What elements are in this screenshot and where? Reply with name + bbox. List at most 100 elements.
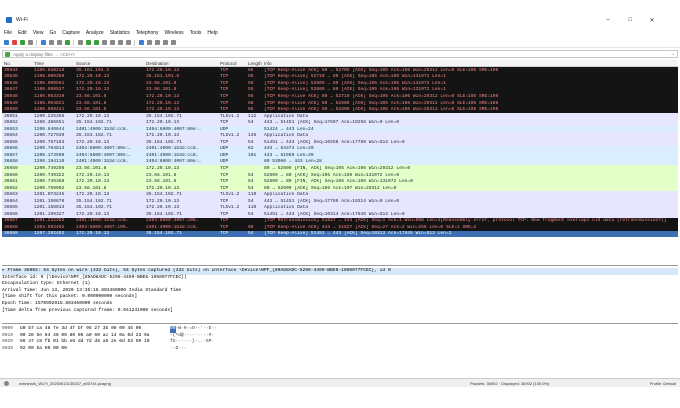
packet-row[interactable]: 36657 1200.173508 2404:6800:4007:80e:… 2401… <box>2 152 678 159</box>
packet-row[interactable]: 36650 1196.958241 23.56.101.8 172.20.10.13 T… <box>2 106 678 113</box>
packet-row[interactable]: 36661 1200.749368 172.20.10.13 23.56.101.8 T… <box>2 178 678 185</box>
colorize-icon[interactable] <box>139 40 144 45</box>
packet-row[interactable]: 36646 1196.900561 172.20.10.13 23.56.101.8 T… <box>2 80 678 87</box>
status-profile[interactable]: Profile: Default <box>650 381 676 386</box>
packet-details[interactable]: ▸ Frame 36902: 54 bytes on wire (432 bit… <box>2 268 678 324</box>
bookmark-filter-icon[interactable] <box>5 51 10 57</box>
packet-row[interactable]: 36667 1201.232462 2401:4900:1b3d:cc8… 2404:… <box>2 217 678 225</box>
packet-cell-src: 172.20.10.13 <box>76 211 110 217</box>
menu-item-telephony[interactable]: Telephony <box>136 30 159 36</box>
menu-item-go[interactable]: Go <box>49 30 56 36</box>
packet-row[interactable]: 36666 1201.199327 172.20.10.13 35.154.102.7… <box>2 211 678 218</box>
packet-row[interactable]: 36652 1200.386651 35.154.102.71 172.20.10.1… <box>2 119 678 126</box>
packet-list[interactable]: No. Time Source Destination Protocol Len… <box>2 60 678 266</box>
menu-item-help[interactable]: Help <box>207 30 217 36</box>
packet-row[interactable]: 36664 1201.150870 35.154.102.71 172.20.10.1… <box>2 197 678 205</box>
column-header-no[interactable]: No. <box>2 61 32 66</box>
start-capture-icon[interactable] <box>4 40 9 45</box>
menu-item-analyze[interactable]: Analyze <box>86 30 104 36</box>
column-header-source[interactable]: Source <box>74 61 144 66</box>
packet-cell-info: [TCP Keep-Alive ACK] 80 → 52705 [ACK] Se… <box>264 67 499 73</box>
detail-row[interactable]: Epoch Time: 1570902915.803460000 seconds <box>2 301 678 308</box>
detail-row[interactable]: ▸ Frame 36902: 54 bytes on wire (432 bit… <box>2 268 678 275</box>
packet-row[interactable]: 36658 1200.194110 2401:4900:1b3d:cc8… 2404:… <box>2 158 678 166</box>
packet-cell-len: 54 <box>248 211 254 217</box>
apply-filter-icon[interactable]: → <box>670 51 675 57</box>
detail-row[interactable]: [Time shift for this packet: 0.000000000… <box>2 294 678 301</box>
capture-options-icon[interactable] <box>28 40 33 45</box>
minimize-button[interactable]: – <box>598 14 618 26</box>
packet-cell-time: 1196.900360 <box>34 74 65 80</box>
close-file-icon[interactable] <box>57 40 62 45</box>
menu-item-capture[interactable]: Capture <box>62 30 80 36</box>
detail-row[interactable]: Interface id: 0 (\Device\NPF_{89AD8ADC-5… <box>2 275 678 282</box>
last-packet-icon[interactable] <box>118 40 123 45</box>
packet-row[interactable]: 36649 1196.954821 23.56.101.8 172.20.10.13 T… <box>2 99 678 107</box>
menu-item-wireless[interactable]: Wireless <box>165 30 184 36</box>
packet-row[interactable]: 36647 1196.950527 172.20.10.13 23.56.101.8 T… <box>2 86 678 94</box>
packet-cell-src: 172.20.10.13 <box>76 231 110 237</box>
hex-ascii[interactable]: ·W·H·=O··'··E·· <box>176 326 276 333</box>
column-header-info[interactable]: Info <box>262 61 678 66</box>
column-header-destination[interactable]: Destination <box>144 61 218 66</box>
packet-cell-src: 172.20.10.13 <box>76 87 110 93</box>
hex-bytes[interactable]: 02 00 5a 00 00 00 <box>20 346 170 353</box>
packet-row[interactable]: 36651 1200.225365 172.20.10.13 35.154.102.7… <box>2 112 678 120</box>
packet-cell-no: 36648 <box>4 93 18 99</box>
menu-item-file[interactable]: File <box>4 30 12 36</box>
packet-row[interactable]: 36656 1200.784813 2404:6800:4007:80e:… 2401… <box>2 145 678 153</box>
zoom-in-icon[interactable] <box>147 40 152 45</box>
hex-ascii[interactable]: fG······}·..·SP· <box>170 339 270 346</box>
go-back-icon[interactable] <box>86 40 91 45</box>
hex-bytes[interactable]: 66 47 c8 fb 01 bb e6 dd 7d d8 a9 2e 0d 5… <box>20 339 170 346</box>
packet-cell-time: 1204.692492 <box>34 224 65 230</box>
packet-row[interactable]: 36645 1196.900360 172.20.10.13 35.161.101.8… <box>2 73 678 81</box>
open-file-icon[interactable] <box>41 40 46 45</box>
find-packet-icon[interactable] <box>78 40 83 45</box>
hex-ascii[interactable]: ··Z··· <box>170 346 270 353</box>
packet-row[interactable]: 36669 1207.292492 172.20.10.13 35.154.102.7… <box>2 230 678 238</box>
display-filter-input[interactable] <box>13 51 653 57</box>
packet-cell-proto: TCP <box>220 165 229 171</box>
packet-cell-proto: TLSv1.2 <box>220 192 240 198</box>
packet-row[interactable]: 36648 1196.953310 23.56.101.8 172.20.10.13 T… <box>2 93 678 100</box>
column-header-protocol[interactable]: Protocol <box>218 61 246 66</box>
detail-row[interactable]: Encapsulation type: Ethernet (1) <box>2 281 678 288</box>
packet-row[interactable]: 36665 1201.158013 35.154.102.71 172.20.10.1… <box>2 204 678 212</box>
maximize-button[interactable]: □ <box>620 14 640 26</box>
packet-cell-src: 2401:4900:1b3d:cc8… <box>76 218 129 224</box>
packet-row[interactable]: 36655 1200.767183 172.20.10.13 35.154.102.7… <box>2 139 678 146</box>
packet-row[interactable]: 36660 1200.749322 172.20.10.13 23.56.101.8 T… <box>2 171 678 179</box>
close-button[interactable]: ✕ <box>642 14 662 26</box>
zoom-out-icon[interactable] <box>155 40 160 45</box>
menu-item-edit[interactable]: Edit <box>18 30 27 36</box>
capture-status-icon[interactable] <box>4 380 9 386</box>
packet-row[interactable]: 36663 1201.073245 172.20.10.13 35.154.102.7… <box>2 191 678 198</box>
packet-bytes[interactable]: 0000 b0 57 ca 48 fe 3d 4f bf 95 27 3b 08 … <box>2 326 678 376</box>
reload-icon[interactable] <box>65 40 70 45</box>
restart-capture-icon[interactable] <box>20 40 25 45</box>
resize-columns-icon[interactable] <box>171 40 176 45</box>
go-forward-icon[interactable] <box>94 40 99 45</box>
packet-row[interactable]: 36659 1200.749208 23.56.101.8 172.20.10.13 T… <box>2 165 678 172</box>
autoscroll-icon[interactable] <box>126 40 131 45</box>
detail-row[interactable]: [Time delta from previous captured frame… <box>2 308 678 315</box>
stop-capture-icon[interactable] <box>12 40 17 45</box>
menu-item-statistics[interactable]: Statistics <box>110 30 130 36</box>
normal-size-icon[interactable] <box>163 40 168 45</box>
go-to-packet-icon[interactable] <box>102 40 107 45</box>
first-packet-icon[interactable] <box>110 40 115 45</box>
hex-bytes[interactable]: b0 57 ca 48 fe 3d 4f bf 95 27 3b 08 00 4… <box>20 326 170 333</box>
packet-row[interactable]: 36668 1204.692492 2404:6800:4007:c05… 2401:… <box>2 224 678 231</box>
menu-item-view[interactable]: View <box>33 30 44 36</box>
column-header-time[interactable]: Time <box>32 61 74 66</box>
save-file-icon[interactable] <box>49 40 54 45</box>
packet-cell-no: 36647 <box>4 87 18 93</box>
packet-row[interactable]: 36654 1200.727939 35.154.102.71 172.20.10.1… <box>2 132 678 140</box>
packet-row[interactable]: 36653 1200.640644 2401:4900:1b3d:cc8… 2404:… <box>2 125 678 133</box>
menu-item-tools[interactable]: Tools <box>190 30 202 36</box>
packet-row[interactable]: 36644 1196.838218 35.161.101.2 172.20.10.13… <box>2 67 678 74</box>
column-header-length[interactable]: Length <box>246 61 262 66</box>
packet-row[interactable]: 36662 1200.769002 23.56.101.8 172.20.10.13 T… <box>2 184 678 192</box>
status-file-name: wireshark_Wi-Fi_20200613135337_a00744.pc… <box>19 380 111 386</box>
